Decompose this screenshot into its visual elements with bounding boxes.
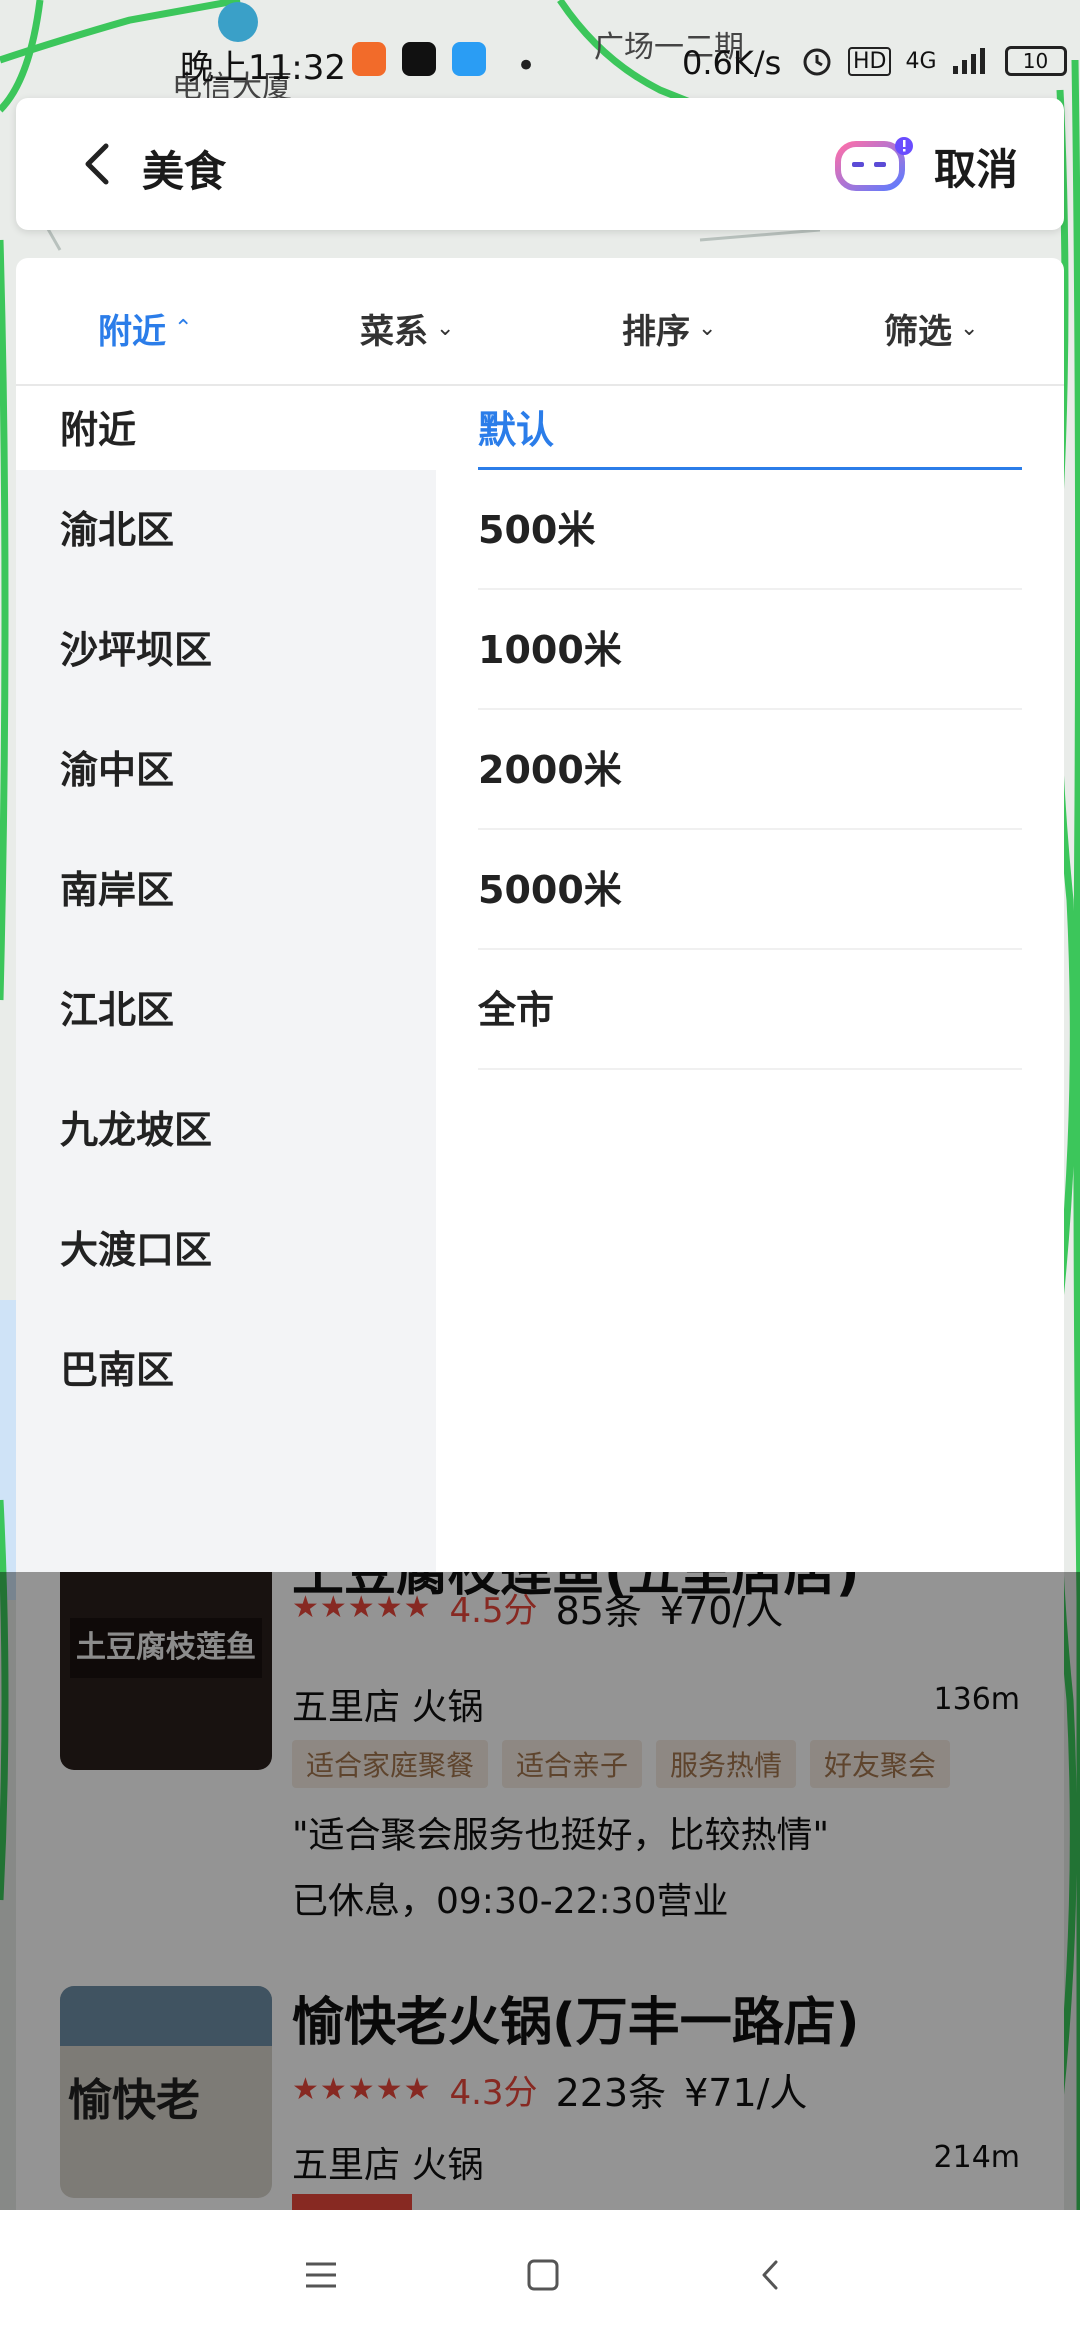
chevron-up-icon: ⌃ xyxy=(174,316,193,341)
back-icon[interactable] xyxy=(746,2250,796,2300)
chevron-down-icon: ⌄ xyxy=(698,316,717,341)
ai-assistant-icon[interactable] xyxy=(834,134,916,194)
district-item[interactable]: 渝北区 xyxy=(16,470,436,590)
notification-dot: • xyxy=(516,46,537,86)
tab-sort[interactable]: 排序 ⌄ xyxy=(622,304,716,353)
back-arrow-icon[interactable] xyxy=(72,136,128,192)
battery-icon: 10 xyxy=(1004,46,1067,76)
hd-icon: HD xyxy=(848,46,892,76)
tab-label: 筛选 xyxy=(884,312,952,352)
status-icons: HD 4G 10 xyxy=(800,44,1067,78)
district-item[interactable]: 渝中区 xyxy=(16,710,436,830)
filter-panel: 附近 ⌃ 菜系 ⌄ 排序 ⌄ 筛选 ⌄ 附近 渝北区 沙坪坝区 渝中区 南岸区 … xyxy=(16,258,1064,1572)
signal-icon xyxy=(952,48,985,74)
distance-option[interactable]: 5000米 xyxy=(478,830,1022,950)
tab-nearby[interactable]: 附近 ⌃ xyxy=(98,304,192,353)
tab-label: 排序 xyxy=(622,312,690,352)
district-item[interactable]: 南岸区 xyxy=(16,830,436,950)
district-item[interactable]: 大渡口区 xyxy=(16,1190,436,1310)
tab-filter[interactable]: 筛选 ⌄ xyxy=(884,304,978,353)
district-item[interactable]: 巴南区 xyxy=(16,1310,436,1430)
distance-option[interactable]: 全市 xyxy=(478,950,1022,1070)
menu-icon[interactable] xyxy=(296,2250,346,2300)
distance-option[interactable]: 500米 xyxy=(478,470,1022,590)
home-square-icon[interactable] xyxy=(518,2250,568,2300)
search-query-title[interactable]: 美食 xyxy=(142,138,226,199)
dim-overlay[interactable] xyxy=(0,1572,1080,2210)
network-type: 4G xyxy=(905,48,937,74)
district-item[interactable]: 九龙坡区 xyxy=(16,1070,436,1190)
district-item-nearby[interactable]: 附近 xyxy=(16,388,436,470)
district-item[interactable]: 江北区 xyxy=(16,950,436,1070)
filter-tabs: 附近 ⌃ 菜系 ⌄ 排序 ⌄ 筛选 ⌄ xyxy=(16,258,1064,386)
navigation-bar xyxy=(0,2210,1080,2340)
notification-app-icon xyxy=(352,42,386,76)
district-item[interactable]: 沙坪坝区 xyxy=(16,590,436,710)
tab-cuisine[interactable]: 菜系 ⌄ xyxy=(360,304,454,353)
network-speed: 0.6K/s xyxy=(682,44,782,82)
distance-option[interactable]: 2000米 xyxy=(478,710,1022,830)
search-header: 美食 取消 xyxy=(16,98,1064,230)
distance-option[interactable]: 1000米 xyxy=(478,590,1022,710)
distance-list: 默认 500米 1000米 2000米 5000米 全市 xyxy=(436,388,1064,1572)
status-time: 晚上11:32 xyxy=(180,48,346,88)
chevron-down-icon: ⌄ xyxy=(436,316,455,341)
distance-option-default[interactable]: 默认 xyxy=(478,388,1022,470)
tab-label: 菜系 xyxy=(360,312,428,352)
tab-label: 附近 xyxy=(98,312,166,352)
alarm-icon xyxy=(803,48,831,76)
cancel-button[interactable]: 取消 xyxy=(934,136,1018,197)
status-bar: 晚上11:32 • 0.6K/s HD 4G 10 xyxy=(0,0,1080,100)
chevron-down-icon: ⌄ xyxy=(960,316,979,341)
notification-app-icon xyxy=(452,42,486,76)
notification-app-icon xyxy=(402,42,436,76)
